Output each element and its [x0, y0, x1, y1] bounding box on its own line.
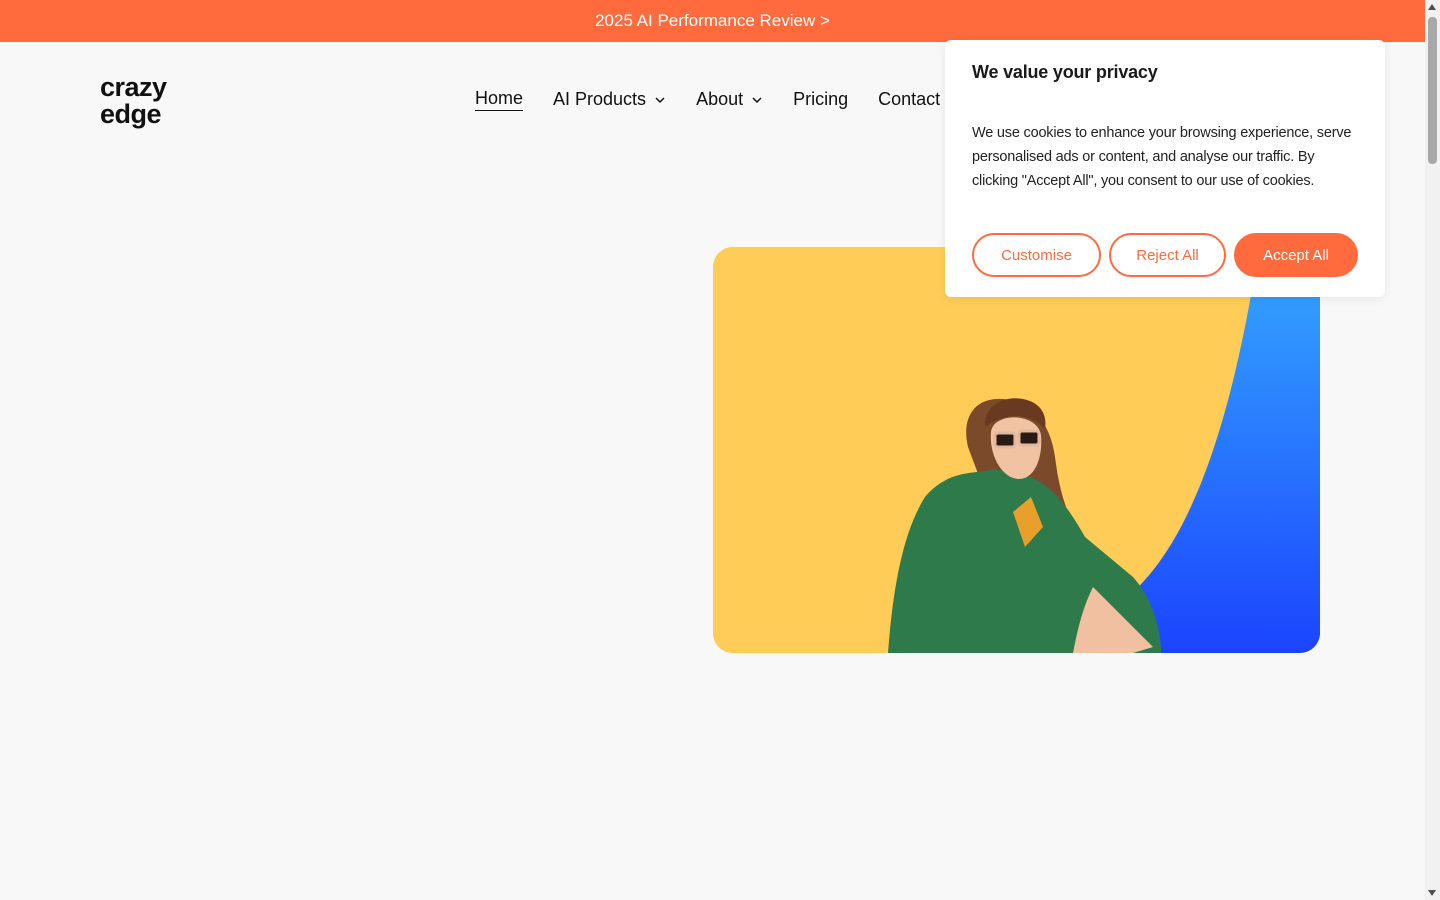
arrow-up-icon[interactable]: [1428, 4, 1436, 10]
nav-item-label: Pricing: [793, 89, 849, 109]
nav-item-ai-products[interactable]: AI Products: [553, 89, 666, 110]
top-banner: 2025 AI Performance Review >: [0, 0, 1425, 42]
nav-item-pricing[interactable]: Pricing: [793, 89, 848, 110]
page-scrollbar[interactable]: [1425, 0, 1440, 900]
chevron-down-icon: [655, 96, 665, 103]
logo-line-2: edge: [100, 99, 162, 129]
nav-item-label: Home: [475, 88, 524, 108]
nav-item-about[interactable]: About: [696, 89, 763, 110]
nav-item-contact[interactable]: Contact: [878, 89, 940, 110]
banner-link[interactable]: 2025 AI Performance Review >: [595, 11, 830, 31]
logo-line-1: crazy: [100, 72, 167, 102]
chevron-down-icon: [752, 96, 762, 103]
nav-item-label: About: [696, 89, 744, 109]
logo[interactable]: crazy edge: [100, 74, 167, 128]
reject-all-button[interactable]: Reject All: [1109, 233, 1226, 277]
cookie-title: We value your privacy: [972, 62, 1158, 82]
cookie-consent-dialog: We value your privacy We use cookies to …: [945, 40, 1385, 297]
cookie-actions: Customise Reject All Accept All: [972, 233, 1358, 277]
cookie-body: We use cookies to enhance your browsing …: [972, 125, 1352, 189]
main-nav: Home AI Products About Pricing Contact: [475, 88, 970, 111]
hero-illustration: [713, 247, 1320, 653]
hero-image: [713, 247, 1320, 653]
nav-item-home[interactable]: Home: [475, 88, 524, 111]
scrollbar-thumb[interactable]: [1428, 17, 1437, 164]
customise-button[interactable]: Customise: [972, 233, 1101, 277]
arrow-down-icon[interactable]: [1428, 890, 1436, 896]
nav-item-label: Contact: [878, 89, 941, 109]
accept-all-button[interactable]: Accept All: [1234, 233, 1358, 277]
nav-item-label: AI Products: [553, 89, 647, 109]
